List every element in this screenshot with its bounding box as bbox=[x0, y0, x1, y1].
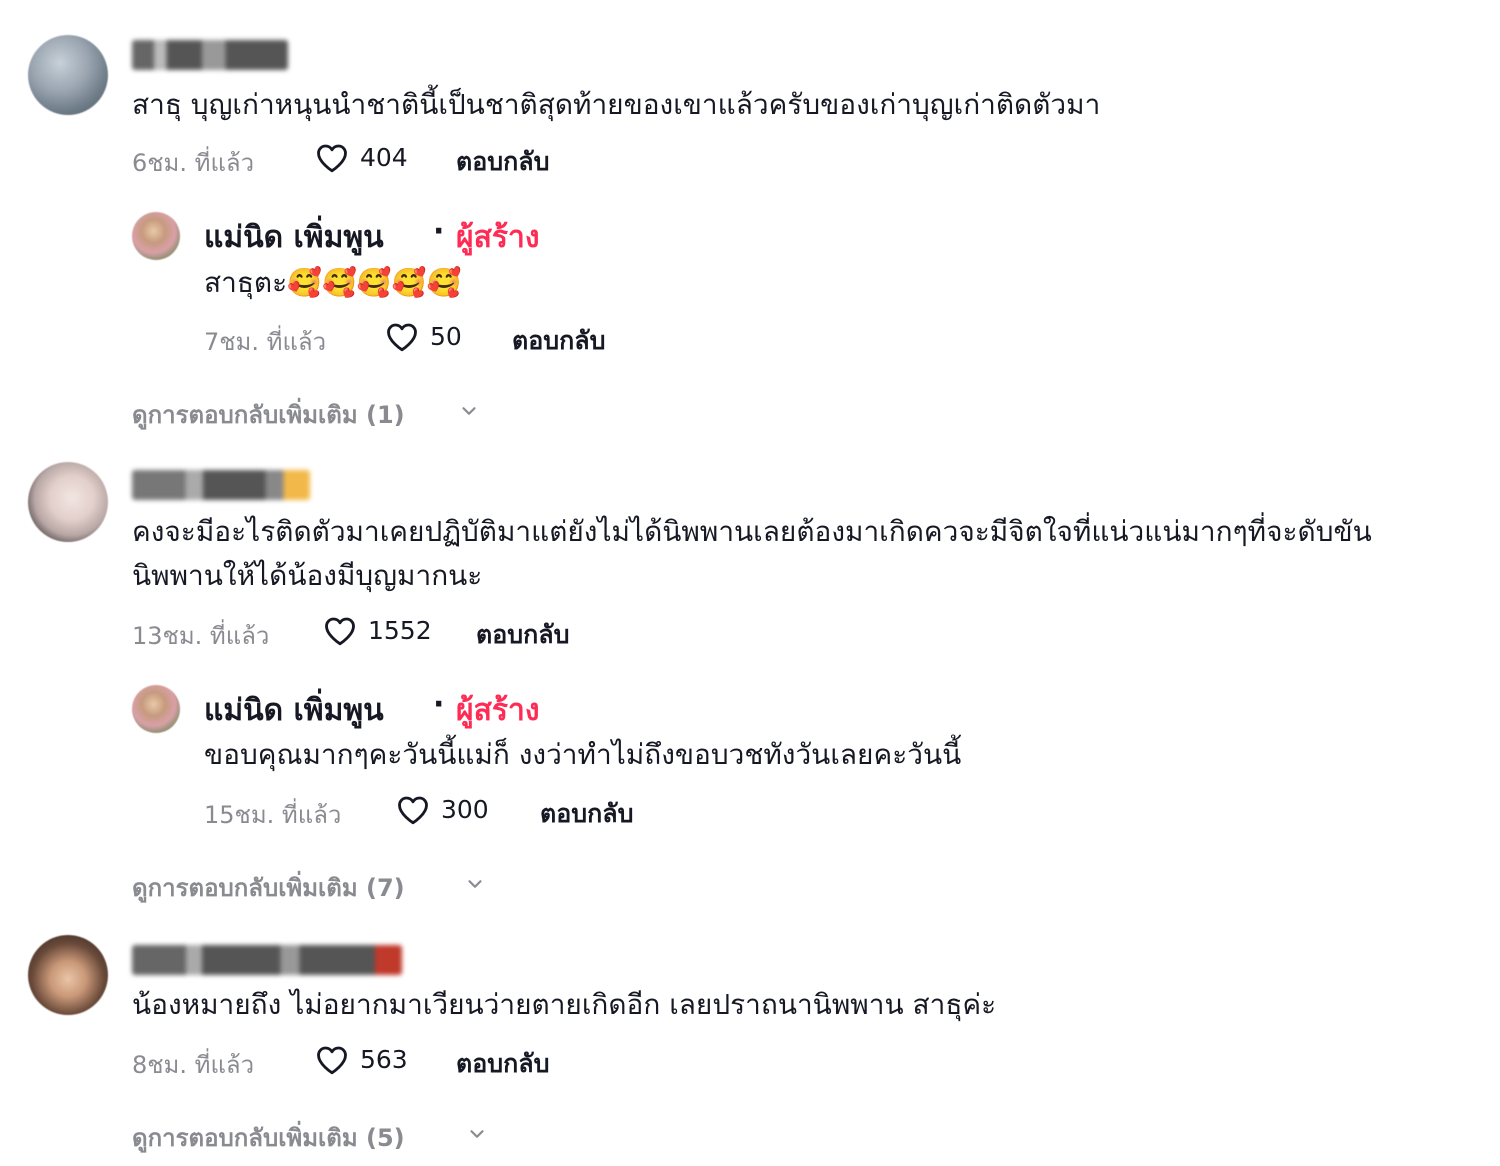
comment-timestamp: 8ชม. ที่แล้ว bbox=[132, 1051, 255, 1079]
reply-timestamp: 7ชม. ที่แล้ว bbox=[204, 328, 327, 356]
creator-avatar[interactable] bbox=[132, 685, 180, 733]
creator-badge: ผู้สร้าง bbox=[456, 220, 540, 255]
like-count: 563 bbox=[360, 1045, 408, 1074]
like-count: 50 bbox=[430, 322, 462, 351]
reply-timestamp: 15ชม. ที่แล้ว bbox=[204, 801, 342, 829]
creator-name[interactable]: แม่นิด เพิ่มพูน bbox=[204, 687, 384, 734]
reply-button[interactable]: ตอบกลับ bbox=[540, 794, 633, 834]
commenter-avatar[interactable] bbox=[28, 935, 108, 1015]
chevron-down-icon[interactable] bbox=[464, 873, 486, 895]
reply-button[interactable]: ตอบกลับ bbox=[456, 142, 549, 182]
commenter-avatar[interactable] bbox=[28, 462, 108, 542]
comment-timestamp: 6ชม. ที่แล้ว bbox=[132, 149, 255, 177]
view-more-replies-label[interactable]: ดูการตอบกลับเพิ่มเติม (1) bbox=[132, 395, 405, 434]
comment-text: นิพพานให้ได้น้องมีบุญมากนะ bbox=[132, 559, 483, 592]
reply-text: สาธุตะ🥰🥰🥰🥰🥰 bbox=[204, 266, 462, 299]
creator-avatar[interactable] bbox=[132, 212, 180, 260]
chevron-down-icon[interactable] bbox=[466, 1123, 488, 1145]
heart-outline-icon[interactable] bbox=[395, 792, 431, 828]
commenter-name-blurred[interactable] bbox=[132, 40, 288, 70]
heart-outline-icon[interactable] bbox=[322, 613, 358, 649]
heart-outline-icon[interactable] bbox=[314, 140, 350, 176]
reply-text: ขอบคุณมากๆคะวันนี้แม่ก็ งงว่าทำไม่ถึงขอบ… bbox=[204, 738, 962, 771]
creator-badge: ผู้สร้าง bbox=[456, 693, 540, 728]
comment-text: คงจะมีอะไรติดตัวมาเคยปฏิบัติมาแต่ยังไม่ไ… bbox=[132, 515, 1372, 548]
commenter-name-blurred[interactable] bbox=[132, 945, 402, 975]
reply-button[interactable]: ตอบกลับ bbox=[476, 615, 569, 655]
comment-text: น้องหมายถึง ไม่อยากมาเวียนว่ายตายเกิดอีก… bbox=[132, 988, 997, 1021]
comment-text: สาธุ บุญเก่าหนุนนำชาตินี้เป็นชาติสุดท้าย… bbox=[132, 88, 1101, 121]
separator-dot: · bbox=[433, 214, 445, 249]
heart-outline-icon[interactable] bbox=[384, 319, 420, 355]
like-count: 404 bbox=[360, 143, 408, 172]
commenter-name-blurred[interactable] bbox=[132, 470, 310, 500]
reply-button[interactable]: ตอบกลับ bbox=[456, 1044, 549, 1084]
like-count: 1552 bbox=[368, 616, 432, 645]
view-more-replies-label[interactable]: ดูการตอบกลับเพิ่มเติม (5) bbox=[132, 1118, 405, 1157]
reply-button[interactable]: ตอบกลับ bbox=[512, 321, 605, 361]
commenter-avatar[interactable] bbox=[28, 35, 108, 115]
like-count: 300 bbox=[441, 795, 489, 824]
view-more-replies-label[interactable]: ดูการตอบกลับเพิ่มเติม (7) bbox=[132, 868, 405, 907]
separator-dot: · bbox=[433, 687, 445, 722]
heart-outline-icon[interactable] bbox=[314, 1042, 350, 1078]
creator-name[interactable]: แม่นิด เพิ่มพูน bbox=[204, 214, 384, 261]
chevron-down-icon[interactable] bbox=[458, 400, 480, 422]
comment-timestamp: 13ชม. ที่แล้ว bbox=[132, 622, 270, 650]
